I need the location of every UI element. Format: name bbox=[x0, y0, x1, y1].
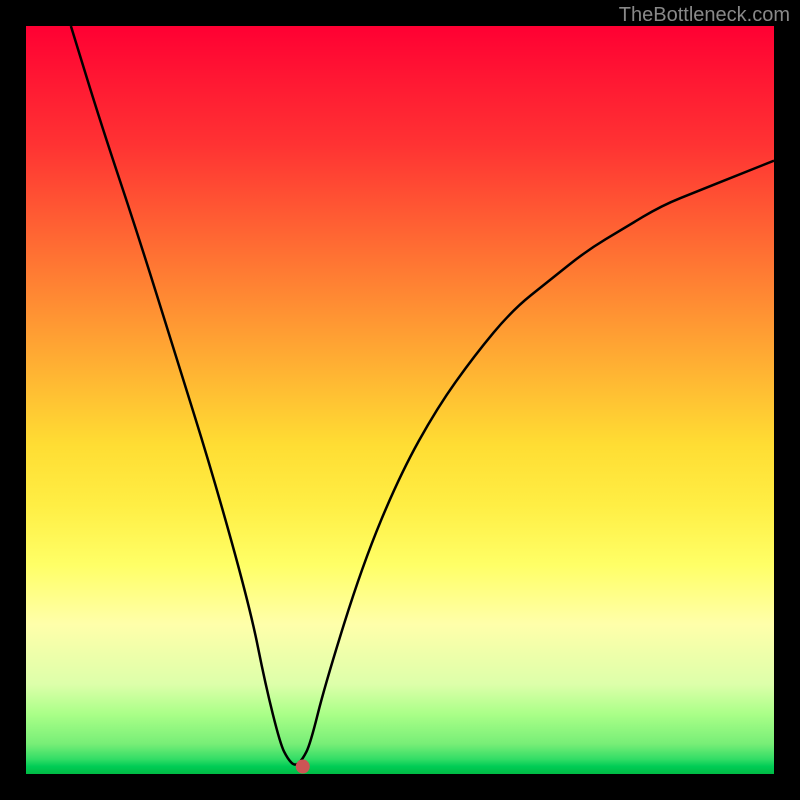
chart-svg bbox=[26, 26, 774, 774]
minimum-marker bbox=[296, 760, 310, 774]
chart-area bbox=[26, 26, 774, 774]
bottleneck-curve bbox=[71, 26, 774, 765]
watermark-text: TheBottleneck.com bbox=[619, 4, 790, 27]
